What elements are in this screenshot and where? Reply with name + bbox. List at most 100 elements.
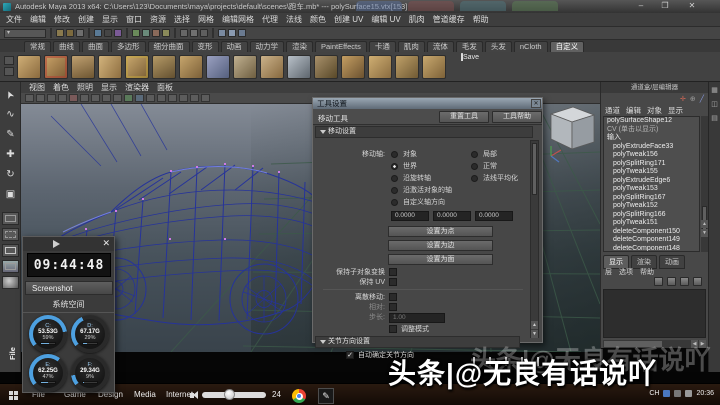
custom-shelf-item-icon[interactable] (395, 55, 419, 79)
shelf-tab-toon[interactable]: 卡通 (369, 41, 396, 52)
custom-shelf-item-icon[interactable] (17, 55, 41, 79)
menu-mesh[interactable]: 网格 (198, 14, 214, 25)
joint-xray-icon[interactable] (135, 94, 144, 102)
camera-lock-icon[interactable] (36, 94, 45, 102)
render-settings-icon[interactable] (238, 29, 246, 37)
history-node[interactable]: polyTweak152 (604, 202, 699, 211)
rotate-sync-icon[interactable]: ⊕ (690, 95, 696, 103)
menu-color[interactable]: 颜色 (310, 14, 326, 25)
menu-help[interactable]: 帮助 (473, 14, 489, 25)
shelf-tab-fur[interactable]: 毛发 (456, 41, 483, 52)
shelf-tab-hair[interactable]: 头发 (485, 41, 512, 52)
rotate-tool-icon[interactable]: ↻ (2, 166, 19, 183)
custom-shelf-item-icon[interactable] (260, 55, 284, 79)
save-scene-icon[interactable] (76, 29, 84, 37)
scale-sync-icon[interactable]: ╱ (700, 95, 704, 103)
custom-shelf-item-icon[interactable] (368, 55, 392, 79)
menu-edit-uv[interactable]: 编辑 UV (371, 14, 400, 25)
shelf-tab-general[interactable]: 常规 (24, 41, 51, 52)
speaker-icon[interactable] (190, 393, 194, 398)
set-to-face-button[interactable]: 设置为面 (388, 254, 493, 265)
radio-along-rotation-axis[interactable] (391, 175, 398, 182)
layer-list-empty-area[interactable] (603, 289, 706, 338)
menu-edit-mesh[interactable]: 编辑网格 (222, 14, 254, 25)
step-size-field[interactable]: 1.00 (389, 313, 445, 323)
vp-menu-lighting[interactable]: 照明 (77, 82, 93, 93)
cb-menu-edit[interactable]: 编辑 (626, 105, 641, 116)
windows-start-icon[interactable] (9, 391, 18, 400)
move-settings-section-header[interactable]: 移动设置 (315, 126, 533, 138)
select-hierarchy-icon[interactable] (94, 29, 102, 37)
render-icon[interactable] (218, 29, 226, 37)
menu-normals[interactable]: 法线 (286, 14, 302, 25)
scene-selector-dropdown[interactable]: ▾ (4, 29, 46, 38)
shelf-menu-buttons[interactable] (4, 56, 14, 78)
menu-pipeline-cache[interactable]: 管道缓存 (433, 14, 465, 25)
history-node[interactable]: polySplitRing171 (604, 160, 699, 169)
snap-grid-icon[interactable] (132, 29, 140, 37)
menu-create[interactable]: 创建 (78, 14, 94, 25)
lasso-tool-icon[interactable]: ∿ (2, 106, 19, 123)
history-node[interactable]: deleteComponent149 (604, 236, 699, 245)
select-object-icon[interactable] (104, 29, 112, 37)
radio-world[interactable] (391, 163, 398, 170)
chrome-icon[interactable] (292, 389, 306, 403)
vp-menu-view[interactable]: 视图 (29, 82, 45, 93)
history-node[interactable]: polySplitRing166 (604, 211, 699, 220)
gate-mask-icon[interactable] (179, 94, 188, 102)
move-sync-icon[interactable]: ✛ (680, 95, 686, 103)
scroll-up-arrow[interactable]: ▲ (531, 321, 538, 329)
set-to-point-button[interactable]: 设置为点 (388, 226, 493, 237)
cb-menu-channels[interactable]: 通道 (605, 105, 620, 116)
select-tool-icon[interactable]: ➤ (0, 83, 22, 106)
menu-proxy[interactable]: 代理 (262, 14, 278, 25)
shelf-tab-custom[interactable]: 自定义 (550, 41, 585, 52)
dock-item-media[interactable]: Media (134, 390, 156, 399)
camera-select-icon[interactable] (25, 94, 34, 102)
menu-display[interactable]: 显示 (102, 14, 118, 25)
set-to-edge-button[interactable]: 设置为边 (388, 240, 493, 251)
field-chart-icon[interactable] (157, 94, 166, 102)
bookmark-icon[interactable] (47, 94, 56, 102)
axis-y-field[interactable]: 0.0000 (433, 211, 471, 221)
history-node[interactable]: polyTweak151 (604, 219, 699, 228)
shelf-tab-ncloth[interactable]: nCloth (514, 41, 548, 52)
dialog-scrollbar[interactable]: ▲ ▼ (530, 140, 539, 338)
move-tool-icon[interactable]: ✚ (2, 146, 19, 163)
discrete-move-checkbox[interactable] (389, 293, 397, 301)
ipr-render-icon[interactable] (228, 29, 236, 37)
layer-menu-layers[interactable]: 层 (605, 267, 612, 277)
shelf-tab-rendering[interactable]: 渲染 (286, 41, 313, 52)
tweak-mode-checkbox[interactable] (389, 325, 397, 333)
move-layer-down-icon[interactable] (667, 277, 676, 286)
maximize-button[interactable]: ❐ (657, 0, 673, 12)
new-layer-from-selected-icon[interactable] (693, 277, 702, 286)
custom-shelf-item-icon[interactable] (125, 55, 149, 79)
menu-assets[interactable]: 资源 (150, 14, 166, 25)
history-node[interactable]: polyExtrudeFace33 (604, 143, 699, 152)
vp-menu-renderer[interactable]: 渲染器 (125, 82, 149, 93)
tool-help-button[interactable]: 工具帮助 (492, 111, 542, 123)
move-layer-up-icon[interactable] (654, 277, 663, 286)
cb-menu-object[interactable]: 对象 (647, 105, 662, 116)
channel-list-scrollbar[interactable]: ▲ ▼ (701, 116, 708, 252)
shelf-tab-polygons[interactable]: 多边形 (111, 41, 146, 52)
radio-object[interactable] (391, 151, 398, 158)
custom-shelf-item-icon[interactable] (233, 55, 257, 79)
lighting-mode-icon[interactable] (113, 94, 122, 102)
custom-shelf-item-icon[interactable] (71, 55, 95, 79)
menu-file[interactable]: 文件 (6, 14, 22, 25)
radio-normals-average[interactable] (471, 175, 478, 182)
history-node[interactable]: deleteComponent150 (604, 228, 699, 237)
snap-plane-icon[interactable] (162, 29, 170, 37)
image-plane-icon[interactable] (58, 94, 67, 102)
tray-network-icon[interactable] (685, 390, 692, 397)
layer-tab-anim[interactable]: 动画 (659, 255, 685, 269)
history-node[interactable]: polySplitRing167 (604, 194, 699, 203)
menu-window[interactable]: 窗口 (126, 14, 142, 25)
dialog-title-bar[interactable]: 工具设置 ✕ (313, 98, 542, 109)
isolate-select-icon[interactable] (146, 94, 155, 102)
scroll-down-arrow[interactable]: ▼ (531, 330, 538, 338)
layer-menu-help[interactable]: 帮助 (640, 267, 654, 277)
new-scene-icon[interactable] (56, 29, 64, 37)
